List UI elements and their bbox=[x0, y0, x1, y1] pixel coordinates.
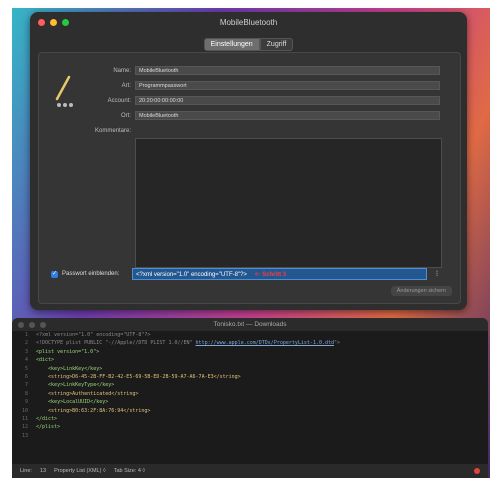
tab-einstellungen[interactable]: Einstellungen bbox=[203, 38, 260, 51]
name-label: Name: bbox=[113, 67, 131, 74]
code-area[interactable]: 1 <?xml version="1.0" encoding="UTF-8"?> … bbox=[12, 331, 488, 464]
password-value: <?xml version="1.0" encoding="UTF-8"?> bbox=[136, 272, 247, 278]
kind-label: Art: bbox=[121, 82, 131, 89]
where-field[interactable]: MobileBluetooth bbox=[135, 111, 440, 120]
code-line: 5 <key>LinkKey</key> bbox=[24, 365, 103, 372]
code-line: 13 bbox=[21, 432, 28, 439]
code-line: 11 </dict> bbox=[21, 415, 58, 422]
status-bar: Line: 13 Property List (XML) ◊ Tab Size:… bbox=[12, 464, 488, 478]
key-icon[interactable]: ⁝ bbox=[433, 268, 441, 280]
name-row: Name: MobileBluetooth bbox=[39, 66, 440, 75]
code-line: 6 <string>D6-45-2B-FF-B2-42-E5-69-5B-ED-… bbox=[24, 373, 241, 380]
kind-row: Art: Programmpasswort bbox=[39, 81, 440, 90]
code-line: 2 <!DOCTYPE plist PUBLIC "-//Apple//DTD P… bbox=[24, 339, 341, 347]
comments-textarea[interactable] bbox=[135, 138, 442, 268]
comments-row: Kommentare: bbox=[39, 128, 135, 134]
save-changes-button[interactable]: Änderungen sichern bbox=[390, 286, 452, 296]
where-label: Ort: bbox=[121, 112, 131, 119]
account-field[interactable]: 20:20:00:00:00:00 bbox=[135, 96, 440, 105]
tab-zugriff[interactable]: Zugriff bbox=[259, 38, 294, 51]
code-line: 7 <key>LinkKeyType</key> bbox=[24, 382, 115, 389]
line-number: 13 bbox=[39, 468, 47, 474]
editor-title-bar: Tonisko.txt — Downloads bbox=[12, 318, 488, 331]
line-label: Line: bbox=[20, 468, 32, 474]
editor-title: Tonisko.txt — Downloads bbox=[213, 321, 287, 328]
text-editor-window: Tonisko.txt — Downloads 1 <?xml version="… bbox=[12, 318, 488, 478]
show-password-label: Passwort einblenden: bbox=[62, 271, 120, 277]
syntax-selector[interactable]: Property List (XML) ◊ bbox=[54, 468, 106, 474]
title-bar: MobileBluetooth bbox=[30, 12, 467, 32]
step-annotation: <- Schritt 3 bbox=[254, 272, 287, 278]
code-line: 10 <string>B0:63:2F:8A:76:94</string> bbox=[21, 407, 151, 414]
tab-size-selector[interactable]: Tab Size: 4 ◊ bbox=[114, 468, 145, 474]
account-row: Account: 20:20:00:00:00:00 bbox=[39, 96, 440, 105]
code-line: 12 </plist> bbox=[21, 424, 61, 431]
keychain-item-window: MobileBluetooth Einstellungen Zugriff Na… bbox=[30, 12, 467, 310]
show-password-checkbox[interactable]: ✓ bbox=[51, 270, 58, 278]
code-line: 3 <plist version="1.0"> bbox=[24, 348, 100, 355]
close-icon[interactable] bbox=[474, 468, 480, 474]
settings-panel: Name: MobileBluetooth Art: Programmpassw… bbox=[38, 52, 461, 304]
kind-field[interactable]: Programmpasswort bbox=[135, 81, 440, 90]
segmented-tabs: Einstellungen Zugriff bbox=[30, 38, 467, 51]
password-row: ✓ Passwort einblenden: <?xml version="1.… bbox=[51, 268, 441, 280]
password-field[interactable]: <?xml version="1.0" encoding="UTF-8"?> <… bbox=[132, 268, 427, 280]
comments-label: Kommentare: bbox=[94, 128, 131, 134]
dtd-link[interactable]: http://www.apple.com/DTDs/PropertyList-1… bbox=[196, 339, 334, 347]
name-field[interactable]: MobileBluetooth bbox=[135, 66, 440, 75]
code-line: 4 <dict> bbox=[24, 357, 55, 364]
code-line: 1 <?xml version="1.0" encoding="UTF-8"?> bbox=[24, 332, 151, 338]
code-line: 8 <string>Authenticated</string> bbox=[24, 390, 139, 397]
window-title: MobileBluetooth bbox=[219, 17, 278, 27]
where-row: Ort: MobileBluetooth bbox=[39, 111, 440, 120]
account-label: Account: bbox=[107, 97, 131, 104]
code-line: 9 <key>LocalUUID</key> bbox=[24, 399, 109, 406]
screenshot-frame: MobileBluetooth Einstellungen Zugriff Na… bbox=[0, 0, 495, 485]
